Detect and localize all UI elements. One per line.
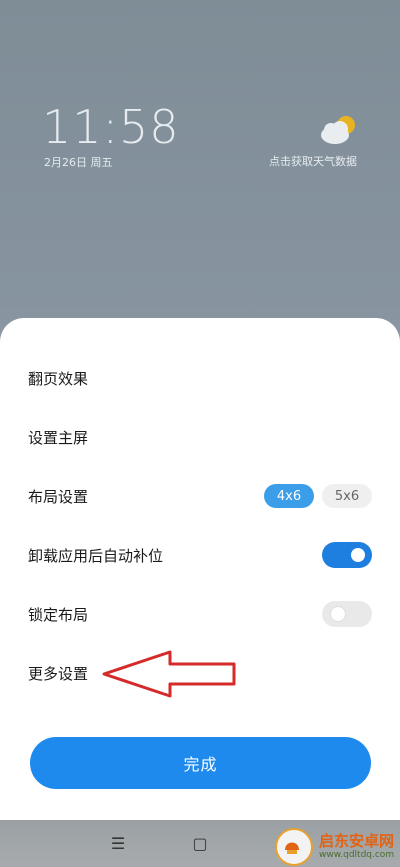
setting-layout: 布局设置 4x6 5x6 (28, 476, 372, 516)
watermark-logo-icon (275, 827, 313, 866)
setting-label: 更多设置 (28, 664, 89, 683)
setting-auto-fill: 卸载应用后自动补位 (28, 535, 372, 575)
done-button[interactable]: 完成 (30, 737, 371, 789)
setting-label: 布局设置 (28, 487, 89, 506)
toggle-knob (331, 607, 345, 621)
watermark-url: www.qdltdq.com (319, 849, 395, 860)
toggle-knob (351, 548, 365, 562)
watermark-title: 启东安卓网 (319, 832, 395, 851)
weather-prompt[interactable]: 点击获取天气数据 (269, 153, 357, 169)
setting-label: 卸载应用后自动补位 (28, 546, 164, 565)
setting-label: 锁定布局 (28, 605, 89, 624)
partly-cloudy-icon[interactable] (318, 114, 358, 146)
layout-option-5x6[interactable]: 5x6 (322, 484, 372, 508)
setting-lock-layout: 锁定布局 (28, 594, 372, 634)
lock-layout-toggle[interactable] (322, 601, 372, 627)
home-icon[interactable]: ▢ (185, 828, 215, 858)
annotation-arrow-icon (102, 650, 236, 698)
setting-page-effect[interactable]: 翻页效果 (28, 358, 372, 398)
clock: 11:58 (42, 100, 180, 154)
date-label: 2月26日 周五 (44, 156, 113, 169)
menu-icon[interactable]: ☰ (103, 828, 133, 858)
watermark-text: 启东安卓网 www.qdltdq.com (319, 833, 394, 860)
setting-label: 设置主屏 (28, 428, 89, 447)
layout-options: 4x6 5x6 (264, 484, 372, 508)
auto-fill-toggle[interactable] (322, 542, 372, 568)
setting-label: 翻页效果 (28, 369, 89, 388)
watermark: 启东安卓网 www.qdltdq.com (275, 826, 400, 867)
setting-home-screen[interactable]: 设置主屏 (28, 417, 372, 457)
layout-option-4x6[interactable]: 4x6 (264, 484, 314, 508)
